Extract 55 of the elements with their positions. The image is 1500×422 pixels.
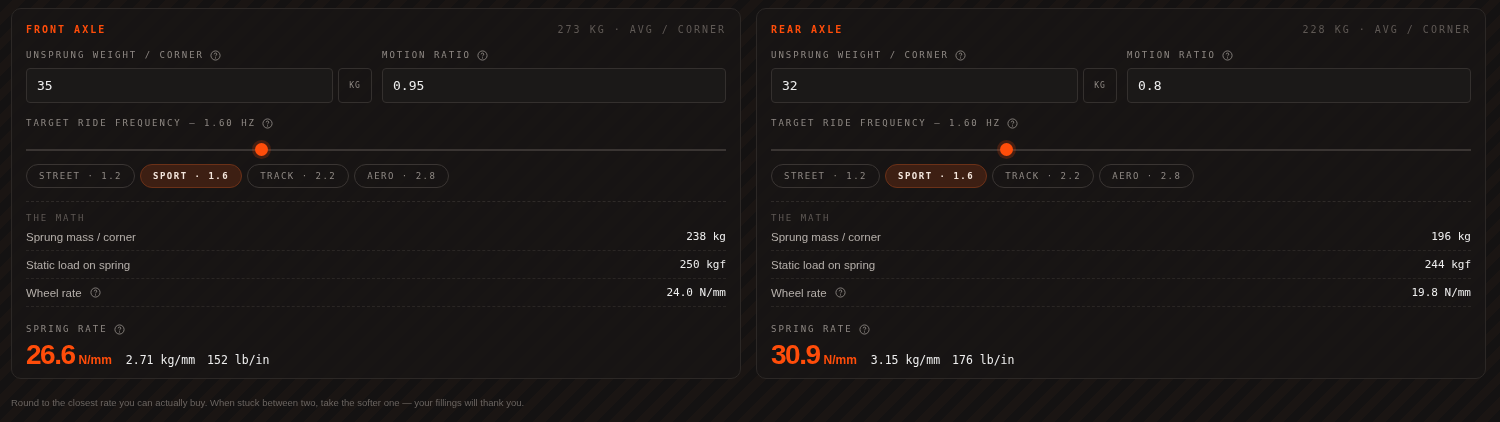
help-icon[interactable] (1222, 49, 1234, 61)
row-value: 244 kgf (1424, 258, 1471, 271)
help-icon[interactable] (955, 49, 967, 61)
axle-title: FRONT AXLE (26, 23, 107, 35)
slider-thumb[interactable] (255, 143, 269, 156)
spring-rate-unit: N/mm (78, 353, 112, 367)
row-value: 196 kg (1431, 230, 1471, 243)
field-label: UNSPRUNG WEIGHT / CORNER (771, 50, 950, 60)
field-label: MOTION RATIO (1127, 50, 1217, 60)
axle-summary: 228 KG · AVG / CORNER (1302, 23, 1471, 35)
converted-rate: 2.71 kg/mm (125, 353, 196, 367)
row-label: Wheel rate (26, 286, 82, 299)
weight-field[interactable]: 32 (771, 68, 1078, 103)
unit-label: KG (338, 68, 372, 103)
field-label: UNSPRUNG WEIGHT / CORNER (26, 50, 205, 60)
spring-rate-label: SPRING RATE (26, 324, 108, 334)
help-icon[interactable] (210, 49, 222, 61)
row-label: Static load on spring (26, 258, 131, 271)
preset-chip[interactable]: SPORT · 1.6 (885, 164, 988, 188)
weight-field[interactable]: 35 (26, 68, 333, 103)
axle-title: REAR AXLE (771, 23, 844, 35)
help-icon[interactable] (113, 323, 125, 335)
ratio-field[interactable]: 0.8 (1127, 68, 1471, 103)
spring-rate-unit: N/mm (823, 353, 857, 367)
help-icon[interactable] (477, 49, 489, 61)
footnote: Round to the closest rate you can actually buy. When stuck between two, take the softer one — your fillings will thank you. (11, 397, 526, 408)
ratio-field[interactable]: 0.95 (382, 68, 726, 103)
section-title: THE MATH (26, 213, 87, 223)
frequency-label: TARGET RIDE FREQUENCY — 1.60 HZ (26, 118, 256, 128)
preset-chip[interactable]: SPORT · 1.6 (140, 164, 243, 188)
row-label: Wheel rate (771, 286, 827, 299)
row-value: 238 kg (686, 230, 726, 243)
slider-thumb[interactable] (999, 143, 1013, 156)
section-title: THE MATH (771, 213, 832, 223)
converted-rate: 3.15 kg/mm (870, 353, 941, 367)
frequency-label: TARGET RIDE FREQUENCY — 1.60 HZ (771, 118, 1001, 128)
spring-rate-value: 30.9 (771, 339, 820, 371)
row-value: 19.8 N/mm (1411, 286, 1471, 299)
help-icon[interactable] (1007, 117, 1018, 129)
help-icon[interactable] (262, 117, 273, 129)
help-icon[interactable] (89, 287, 101, 298)
help-icon[interactable] (834, 287, 846, 298)
help-icon[interactable] (858, 323, 870, 335)
spring-rate-label: SPRING RATE (771, 324, 853, 334)
spring-rate-value: 26.6 (26, 339, 75, 371)
axle-summary: 273 KG · AVG / CORNER (557, 23, 726, 35)
row-value: 250 kgf (679, 258, 726, 271)
converted-rate: 176 lb/in (952, 353, 1015, 367)
row-value: 24.0 N/mm (666, 286, 726, 299)
unit-label: KG (1083, 68, 1117, 103)
converted-rate: 152 lb/in (207, 353, 270, 367)
row-label: Sprung mass / corner (771, 230, 881, 243)
row-label: Static load on spring (771, 258, 876, 271)
field-label: MOTION RATIO (382, 50, 472, 60)
row-label: Sprung mass / corner (26, 230, 136, 243)
